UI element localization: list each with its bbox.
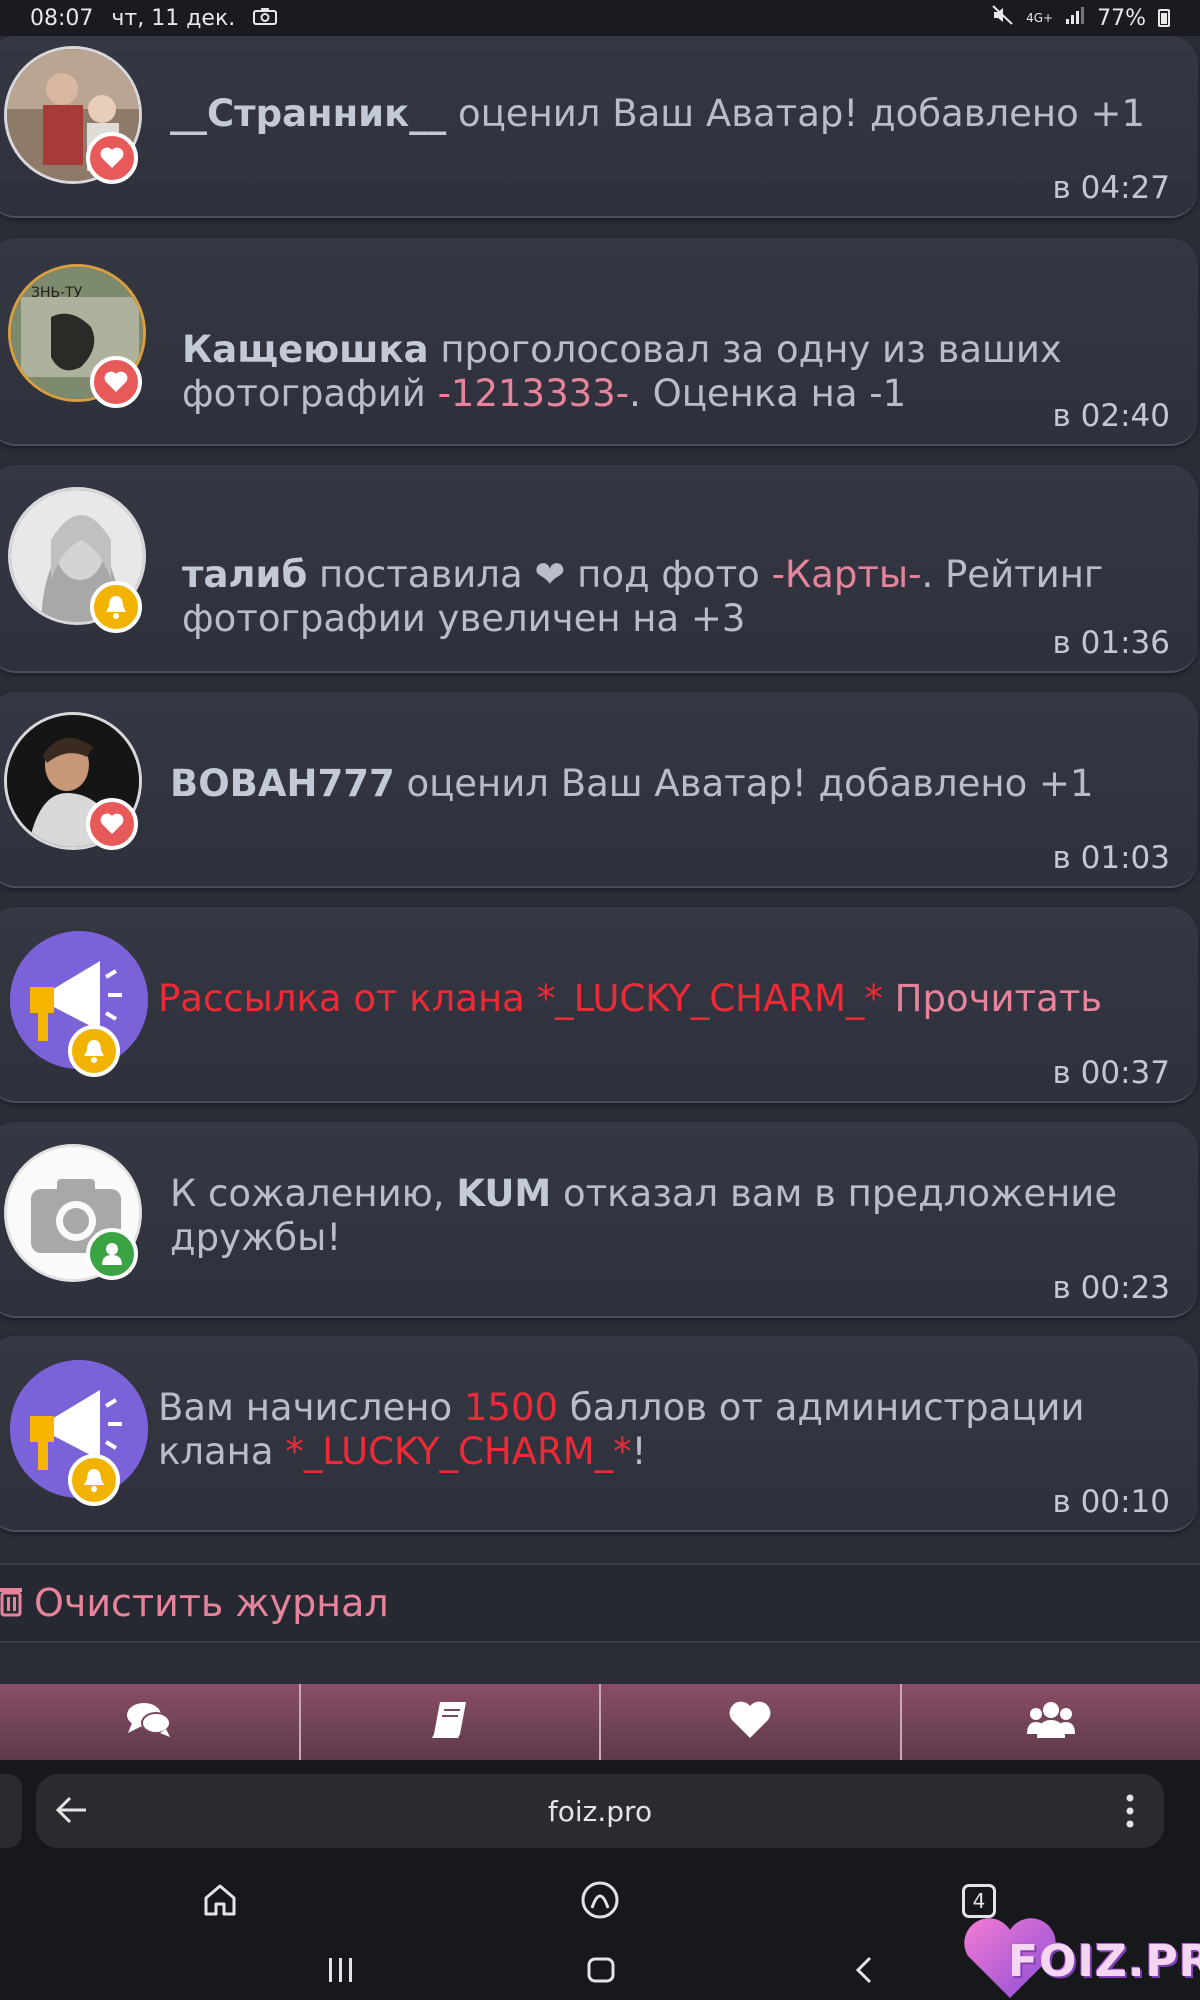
notification-text: Рассылка от клана *_LUCKY_CHARM_* Прочит… [158,977,1168,1021]
nav-likes[interactable] [601,1684,902,1760]
adjacent-tab-edge[interactable] [0,1774,22,1848]
recent-apps-icon[interactable] [326,1956,356,1988]
browser-address-bar: foiz.pro [0,1760,1200,1860]
back-button-icon[interactable] [854,1956,874,1988]
message-text: поставила [307,553,535,596]
heart-glyph: ❤ [534,553,566,596]
clan-broadcast-text: Рассылка от клана *_LUCKY_CHARM_* [158,977,883,1020]
svg-text:ЗНЬ-ТУ: ЗНЬ-ТУ [31,285,83,301]
network-label: 4G+ [1026,11,1054,25]
site-watermark-logo: FOIZ.PRO [960,1916,1200,2000]
bell-icon [68,1454,120,1506]
user-icon [86,1228,138,1280]
notification-card[interactable]: талиб поставила ❤ под фото -Карты-. Рейт… [0,465,1198,673]
notification-text: К сожалению, KUM отказал вам в предложен… [170,1172,1168,1260]
notification-text: Кащеюшка проголосовал за одну из ваших ф… [182,328,1168,416]
chat-icon [126,1701,172,1743]
timestamp: в 00:23 [1052,1270,1170,1306]
message-text: Вам начислено [158,1386,464,1429]
book-icon [430,1700,470,1744]
notification-card[interactable]: К сожалению, KUM отказал вам в предложен… [0,1122,1198,1318]
clear-log-label: Очистить журнал [34,1581,389,1625]
trash-icon [0,1585,24,1621]
heart-icon [728,1700,772,1744]
url-text: foiz.pro [547,1794,653,1828]
mute-icon [992,5,1014,31]
username-link[interactable]: BOBAH777 [170,762,395,805]
bell-icon [90,581,142,633]
heart-icon [86,132,138,184]
clock: 08:07 [30,5,94,31]
read-link[interactable]: Прочитать [883,977,1102,1020]
message-text: оценил Ваш Аватар! добавлено +1 [394,762,1094,805]
username-link[interactable]: KUM [456,1172,551,1215]
message-text: под фото [565,553,772,596]
battery-icon [1158,9,1170,27]
bell-icon [68,1025,120,1077]
battery-level: 77% [1097,5,1146,31]
timestamp: в 01:03 [1052,840,1170,876]
photo-link[interactable]: -Карты- [772,553,922,596]
notification-card[interactable]: Вам начислено 1500 баллов от администрац… [0,1336,1198,1532]
username-link[interactable]: талиб [182,553,307,596]
photo-link[interactable]: -1213333- [438,372,630,415]
username-link[interactable]: Кащеюшка [182,328,429,371]
back-arrow-icon[interactable] [52,1786,92,1838]
status-bar: 08:07 чт, 11 дек. 4G+ 77% [0,0,1200,36]
signal-icon [1065,5,1085,31]
message-text: . Оценка на -1 [629,372,907,415]
timestamp: в 02:40 [1052,398,1170,434]
message-text: К сожалению, [170,1172,457,1215]
watermark-text: FOIZ.PRO [1008,1936,1200,1987]
message-text: оценил Ваш Аватар! добавлено +1 [446,92,1146,135]
nav-diary[interactable] [301,1684,601,1760]
assistant-icon[interactable] [580,1880,620,1924]
notification-text: __Странник__ оценил Ваш Аватар! добавлен… [170,92,1168,136]
heart-icon [90,356,142,408]
app-bottom-nav [0,1684,1200,1760]
timestamp: в 01:36 [1052,625,1170,661]
users-icon [1026,1700,1075,1744]
tabs-count-button[interactable]: 4 [962,1884,996,1918]
clear-log-button[interactable]: Очистить журнал [0,1563,1200,1643]
notification-text: Вам начислено 1500 баллов от администрац… [158,1386,1168,1474]
message-text: ! [631,1430,647,1473]
more-menu-icon[interactable] [1126,1794,1134,1832]
notification-card[interactable]: BOBAH777 оценил Ваш Аватар! добавлено +1… [0,692,1198,888]
timestamp: в 04:27 [1052,170,1170,206]
camera-icon [253,6,278,31]
clan-name: *_LUCKY_CHARM_* [285,1430,632,1473]
notification-text: талиб поставила ❤ под фото -Карты-. Рейт… [182,553,1168,641]
url-field[interactable]: foiz.pro [36,1774,1164,1848]
notification-card[interactable]: ЗНЬ-ТУ Кащеюшка проголосовал за одну из … [0,238,1198,446]
home-icon[interactable] [200,1880,240,1924]
date: чт, 11 дек. [111,5,236,31]
notification-text: BOBAH777 оценил Ваш Аватар! добавлено +1 [170,762,1168,806]
username-link[interactable]: __Странник__ [170,92,446,135]
notification-card[interactable]: Рассылка от клана *_LUCKY_CHARM_* Прочит… [0,907,1198,1103]
nav-chat[interactable] [0,1684,301,1760]
notification-card[interactable]: __Странник__ оценил Ваш Аватар! добавлен… [0,36,1198,218]
home-button-icon[interactable] [586,1956,616,1988]
heart-icon [86,798,138,850]
nav-friends[interactable] [902,1684,1200,1760]
points-amount: 1500 [463,1386,559,1429]
timestamp: в 00:37 [1052,1055,1170,1091]
timestamp: в 00:10 [1052,1484,1170,1520]
